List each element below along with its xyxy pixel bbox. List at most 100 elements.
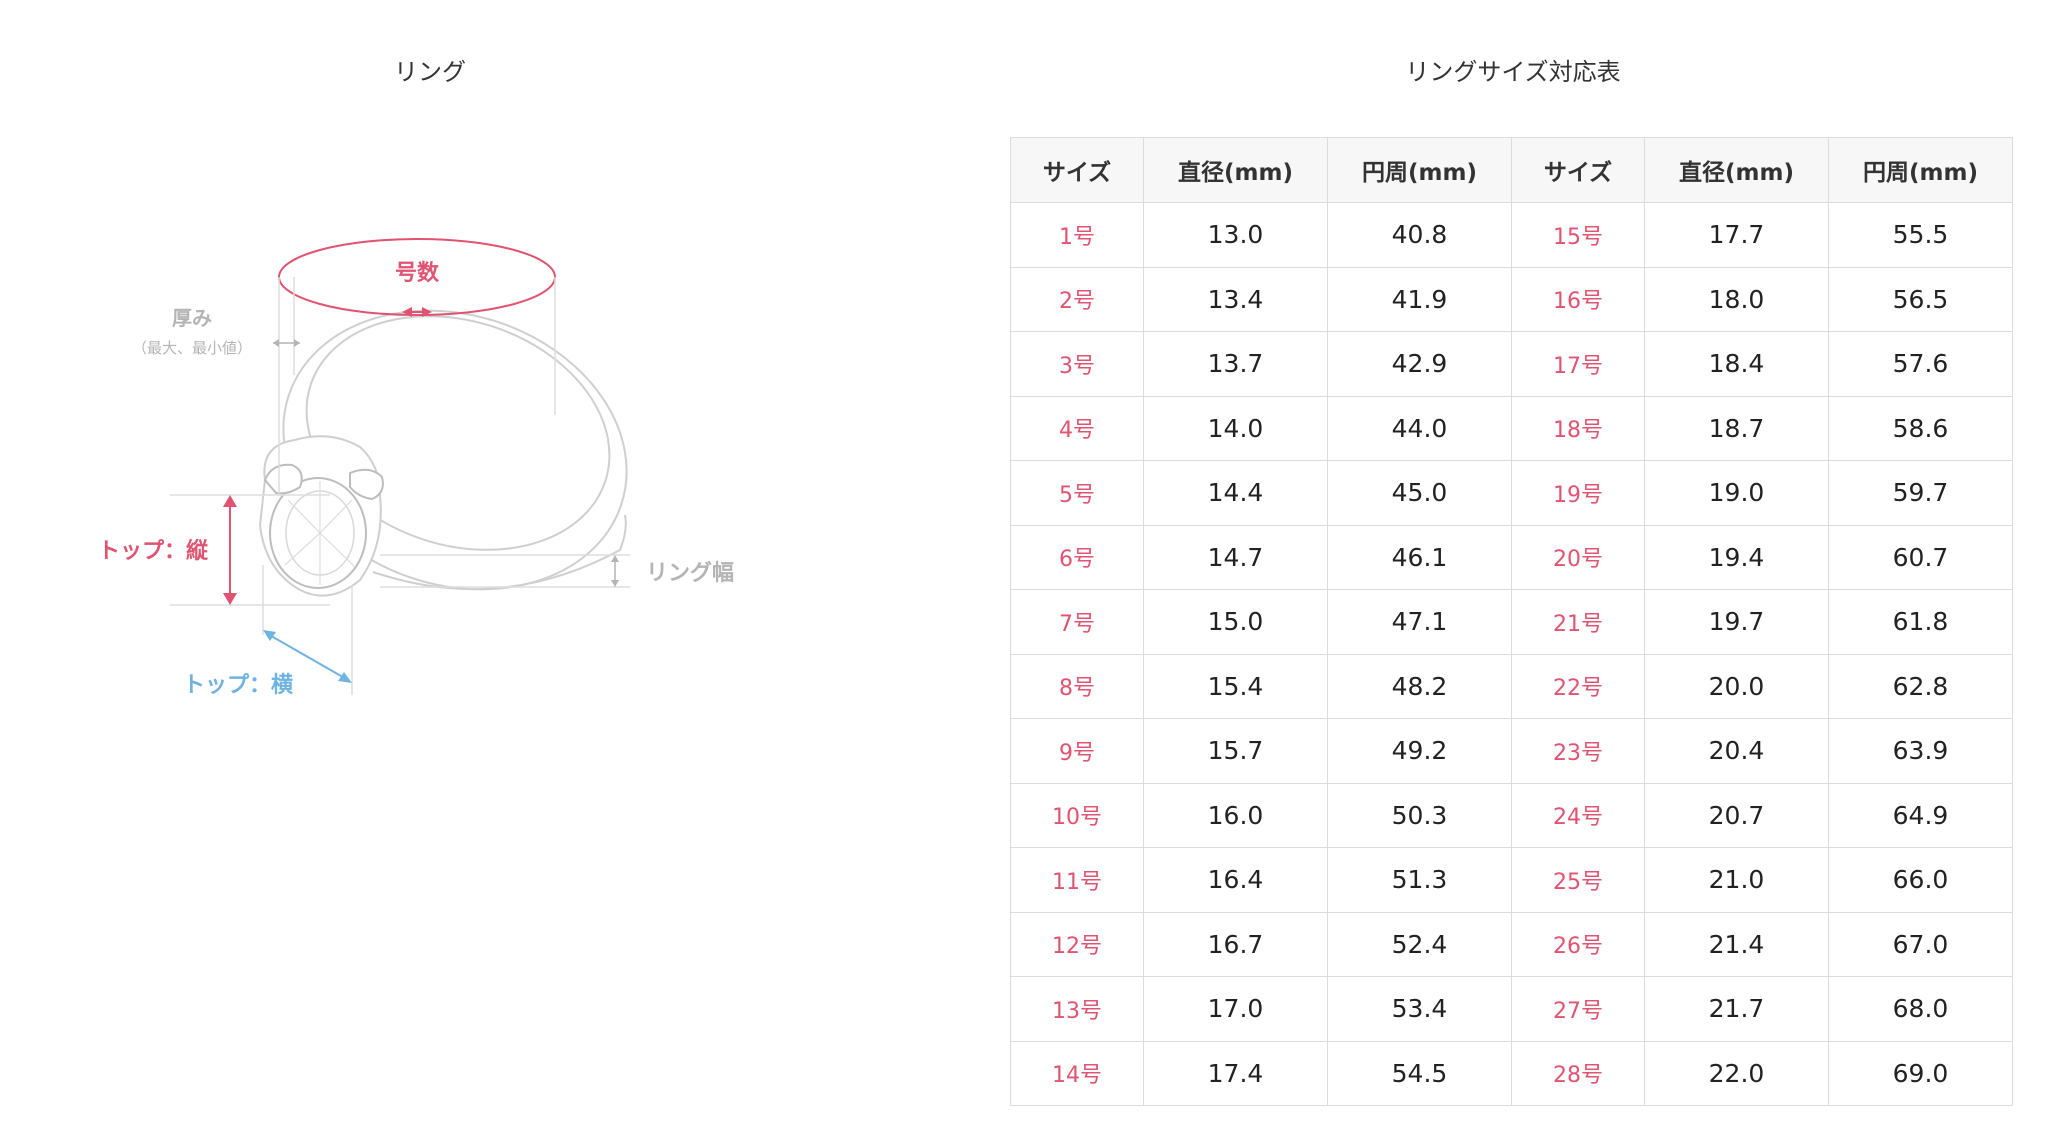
size-cell: 6号 <box>1010 524 1144 590</box>
diameter-cell: 18.7 <box>1644 395 1829 461</box>
table-body: 1号 13.0 40.8 15号 17.7 55.5 2号 13.4 41.9 16号 18.0 56… <box>1010 202 2013 1106</box>
diameter-cell: 13.7 <box>1143 331 1328 397</box>
thickness-label: 厚み <box>172 306 212 330</box>
diameter-cell: 19.0 <box>1644 460 1829 526</box>
diameter-cell: 20.4 <box>1644 718 1829 784</box>
circumference-cell: 67.0 <box>1828 911 2013 977</box>
circumference-cell: 40.8 <box>1327 202 1512 268</box>
size-cell: 2号 <box>1010 266 1144 332</box>
circumference-cell: 44.0 <box>1327 395 1512 461</box>
diameter-cell: 21.0 <box>1644 847 1829 913</box>
size-cell: 5号 <box>1010 460 1144 526</box>
circumference-cell: 66.0 <box>1828 847 2013 913</box>
diameter-cell: 16.0 <box>1143 782 1328 848</box>
table-row: 6号 14.7 46.1 20号 19.4 60.7 <box>1010 524 2013 590</box>
circumference-cell: 56.5 <box>1828 266 2013 332</box>
table-row: 9号 15.7 49.2 23号 20.4 63.9 <box>1010 718 2013 784</box>
circumference-cell: 58.6 <box>1828 395 2013 461</box>
size-cell: 1号 <box>1010 202 1144 268</box>
table-row: 1号 13.0 40.8 15号 17.7 55.5 <box>1010 202 2013 268</box>
size-number-label: 号数 <box>395 260 440 286</box>
size-cell: 24号 <box>1511 782 1645 848</box>
size-cell: 3号 <box>1010 331 1144 397</box>
table-row: 3号 13.7 42.9 17号 18.4 57.6 <box>1010 331 2013 397</box>
right-panel-title: リングサイズ対応表 <box>1405 58 1621 86</box>
diameter-cell: 13.4 <box>1143 266 1328 332</box>
size-cell: 9号 <box>1010 718 1144 784</box>
size-cell: 18号 <box>1511 395 1645 461</box>
header-size: サイズ <box>1010 137 1144 203</box>
diameter-cell: 14.4 <box>1143 460 1328 526</box>
circumference-cell: 60.7 <box>1828 524 2013 590</box>
circumference-cell: 45.0 <box>1327 460 1512 526</box>
circumference-cell: 68.0 <box>1828 976 2013 1042</box>
circumference-cell: 53.4 <box>1327 976 1512 1042</box>
table-row: 8号 15.4 48.2 22号 20.0 62.8 <box>1010 653 2013 719</box>
ring-size-table: サイズ 直径(mm) 円周(mm) サイズ 直径(mm) 円周(mm) 1号 13… <box>1010 137 2013 1106</box>
circumference-cell: 62.8 <box>1828 653 2013 719</box>
size-cell: 13号 <box>1010 976 1144 1042</box>
diameter-cell: 17.4 <box>1143 1040 1328 1106</box>
diameter-cell: 13.0 <box>1143 202 1328 268</box>
size-cell: 20号 <box>1511 524 1645 590</box>
circumference-cell: 64.9 <box>1828 782 2013 848</box>
circumference-cell: 69.0 <box>1828 1040 2013 1106</box>
size-cell: 22号 <box>1511 653 1645 719</box>
circumference-cell: 46.1 <box>1327 524 1512 590</box>
size-cell: 11号 <box>1010 847 1144 913</box>
size-cell: 10号 <box>1010 782 1144 848</box>
thickness-note: （最大、最小値） <box>132 339 252 357</box>
table-row: 2号 13.4 41.9 16号 18.0 56.5 <box>1010 266 2013 332</box>
circumference-cell: 42.9 <box>1327 331 1512 397</box>
diameter-cell: 21.4 <box>1644 911 1829 977</box>
table-row: 13号 17.0 53.4 27号 21.7 68.0 <box>1010 976 2013 1042</box>
diameter-cell: 18.0 <box>1644 266 1829 332</box>
circumference-cell: 63.9 <box>1828 718 2013 784</box>
header-circumference: 円周(mm) <box>1828 137 2013 203</box>
diameter-cell: 15.4 <box>1143 653 1328 719</box>
size-cell: 23号 <box>1511 718 1645 784</box>
table-row: 11号 16.4 51.3 25号 21.0 66.0 <box>1010 847 2013 913</box>
circumference-cell: 50.3 <box>1327 782 1512 848</box>
circumference-cell: 59.7 <box>1828 460 2013 526</box>
top-horizontal-label: トップ：横 <box>183 673 293 698</box>
circumference-cell: 41.9 <box>1327 266 1512 332</box>
size-cell: 27号 <box>1511 976 1645 1042</box>
diameter-cell: 15.7 <box>1143 718 1328 784</box>
ring-diagram: 号数 厚み （最大、最小値） トップ：縦 トップ：横 リング幅 <box>98 238 734 698</box>
size-cell: 19号 <box>1511 460 1645 526</box>
diameter-cell: 16.7 <box>1143 911 1328 977</box>
ring-width-label: リング幅 <box>646 560 734 586</box>
diameter-cell: 17.7 <box>1644 202 1829 268</box>
table-header-row: サイズ 直径(mm) 円周(mm) サイズ 直径(mm) 円周(mm) <box>1010 137 2013 203</box>
diameter-cell: 17.0 <box>1143 976 1328 1042</box>
circumference-cell: 61.8 <box>1828 589 2013 655</box>
left-panel-title: リング <box>394 58 466 86</box>
table-row: 4号 14.0 44.0 18号 18.7 58.6 <box>1010 395 2013 461</box>
header-diameter: 直径(mm) <box>1143 137 1328 203</box>
circumference-cell: 51.3 <box>1327 847 1512 913</box>
header-circumference: 円周(mm) <box>1327 137 1512 203</box>
table-row: 12号 16.7 52.4 26号 21.4 67.0 <box>1010 911 2013 977</box>
circumference-cell: 47.1 <box>1327 589 1512 655</box>
size-cell: 12号 <box>1010 911 1144 977</box>
size-cell: 16号 <box>1511 266 1645 332</box>
diameter-cell: 15.0 <box>1143 589 1328 655</box>
size-cell: 15号 <box>1511 202 1645 268</box>
circumference-cell: 49.2 <box>1327 718 1512 784</box>
header-size: サイズ <box>1511 137 1645 203</box>
diameter-cell: 21.7 <box>1644 976 1829 1042</box>
size-cell: 17号 <box>1511 331 1645 397</box>
table-row: 5号 14.4 45.0 19号 19.0 59.7 <box>1010 460 2013 526</box>
diameter-cell: 14.0 <box>1143 395 1328 461</box>
size-cell: 4号 <box>1010 395 1144 461</box>
diameter-cell: 20.0 <box>1644 653 1829 719</box>
circumference-cell: 57.6 <box>1828 331 2013 397</box>
circumference-cell: 48.2 <box>1327 653 1512 719</box>
size-cell: 14号 <box>1010 1040 1144 1106</box>
size-cell: 26号 <box>1511 911 1645 977</box>
diameter-cell: 19.4 <box>1644 524 1829 590</box>
circumference-cell: 52.4 <box>1327 911 1512 977</box>
header-diameter: 直径(mm) <box>1644 137 1829 203</box>
diameter-cell: 16.4 <box>1143 847 1328 913</box>
